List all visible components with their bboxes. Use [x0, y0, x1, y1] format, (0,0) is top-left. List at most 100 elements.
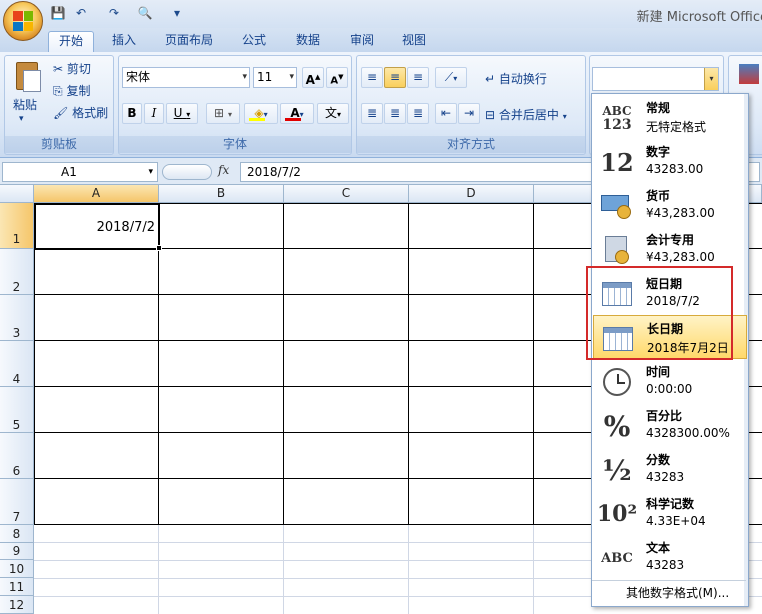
font-group-title: 字体 — [119, 136, 351, 153]
paste-icon[interactable] — [13, 60, 43, 96]
table-border — [158, 203, 159, 525]
border-icon: ⊞ — [214, 106, 225, 120]
format-sample: 43283.00 — [646, 162, 704, 176]
align-bottom-button[interactable]: ≡ — [407, 67, 429, 88]
fill-handle[interactable] — [156, 245, 162, 251]
gridline — [408, 525, 409, 614]
row-header-1[interactable]: 1 — [0, 203, 34, 249]
cell-a1[interactable]: 2018/7/2 — [34, 203, 160, 250]
align-middle-icon: ≡ — [389, 70, 401, 84]
tab-formulas[interactable]: 公式 — [232, 31, 276, 52]
insert-function-button[interactable]: fx — [218, 163, 229, 177]
format-painter-label: 格式刷 — [72, 106, 109, 120]
more-number-formats[interactable]: 其他数字格式(M)... — [626, 584, 729, 601]
align-middle-button[interactable]: ≡ — [384, 67, 406, 88]
row-header-5[interactable]: 5 — [0, 387, 34, 433]
paste-chevron-icon[interactable]: ▾ — [19, 114, 24, 124]
format-scientific[interactable]: 10² 科学记数 4.33E+04 — [593, 491, 747, 535]
alignment-group: ≡ ≡ ≡ ⟋▾ ↵ 自动换行 ≣ ≣ ≣ ⇤ ⇥ ⊟ 合并后居中 ▾ 对齐方式 — [356, 55, 586, 155]
copy-button[interactable]: ⎘ 复制 — [53, 82, 90, 99]
formula-bar-resize-handle[interactable] — [162, 164, 212, 180]
row-header-7[interactable]: 7 — [0, 479, 34, 525]
row-header-9[interactable]: 9 — [0, 543, 34, 560]
row-header-12[interactable]: 12 — [0, 596, 34, 614]
name-box[interactable]: A1 ▾ — [2, 162, 158, 182]
column-header-b[interactable]: B — [159, 185, 284, 203]
grow-font-icon: A — [305, 73, 315, 87]
clipboard-group-title: 剪贴板 — [5, 136, 113, 153]
font-name-select[interactable]: 宋体 ▾ — [122, 67, 250, 88]
paste-label[interactable]: 粘贴 — [13, 96, 37, 113]
format-percentage[interactable]: % 百分比 4328300.00% — [593, 403, 747, 447]
decrease-indent-button[interactable]: ⇤ — [435, 103, 457, 124]
conditional-format-icon[interactable] — [739, 64, 759, 84]
column-header-c[interactable]: C — [284, 185, 409, 203]
align-center-button[interactable]: ≣ — [384, 103, 406, 124]
increase-indent-button[interactable]: ⇥ — [458, 103, 480, 124]
format-general[interactable]: ABC 123 常规 无特定格式 — [593, 95, 747, 139]
row-header-4[interactable]: 4 — [0, 341, 34, 387]
office-button[interactable] — [3, 1, 43, 41]
tab-review[interactable]: 审阅 — [340, 31, 384, 52]
row-header-8[interactable]: 8 — [0, 525, 34, 543]
undo-icon[interactable]: ↶ — [72, 4, 90, 22]
format-fraction[interactable]: ½ 分数 43283 — [593, 447, 747, 491]
chevron-down-icon[interactable]: ▾ — [704, 68, 718, 90]
tab-data[interactable]: 数据 — [286, 31, 330, 52]
bold-button[interactable]: B — [122, 103, 142, 124]
border-button[interactable]: ⊞ ▾ — [206, 103, 240, 124]
format-time[interactable]: 时间 0:00:00 — [593, 359, 747, 403]
menu-divider — [592, 580, 746, 581]
format-sample: 4.33E+04 — [646, 514, 706, 528]
align-top-button[interactable]: ≡ — [361, 67, 383, 88]
wrap-text-button[interactable]: ↵ 自动换行 — [485, 70, 547, 87]
general-format-icon: ABC 123 — [602, 104, 632, 133]
row-header-10[interactable]: 10 — [0, 560, 34, 578]
italic-button[interactable]: I — [144, 103, 164, 124]
tab-home[interactable]: 开始 — [48, 31, 94, 52]
orientation-icon: ⟋ — [444, 70, 454, 84]
font-color-button[interactable]: A▾ — [280, 103, 314, 124]
format-sample: ¥43,283.00 — [646, 206, 715, 220]
format-name: 科学记数 — [646, 497, 695, 511]
row-header-3[interactable]: 3 — [0, 295, 34, 341]
format-text[interactable]: ABC 文本 43283 — [593, 535, 747, 579]
cut-button[interactable]: ✂ 剪切 — [53, 60, 91, 77]
align-left-button[interactable]: ≣ — [361, 103, 383, 124]
chevron-down-icon[interactable]: ▾ — [148, 163, 153, 181]
underline-button[interactable]: U ▾ — [166, 103, 198, 124]
fill-color-button[interactable]: ◈▾ — [244, 103, 278, 124]
format-currency[interactable]: 货币 ¥43,283.00 — [593, 183, 747, 227]
format-accounting[interactable]: 会计专用 ¥43,283.00 — [593, 227, 747, 271]
shrink-font-button[interactable]: A▼ — [326, 67, 348, 88]
chevron-down-icon: ▾ — [242, 72, 247, 82]
merge-center-button[interactable]: ⊟ 合并后居中 ▾ — [485, 106, 567, 123]
phonetic-icon: 文 — [324, 106, 337, 120]
tab-page-layout[interactable]: 页面布局 — [158, 31, 220, 52]
format-name: 货币 — [646, 189, 671, 203]
column-header-a[interactable]: A — [34, 185, 159, 203]
format-name: 文本 — [646, 541, 671, 555]
font-size-select[interactable]: 11 ▾ — [253, 67, 297, 88]
tab-view[interactable]: 视图 — [392, 31, 436, 52]
office-logo-icon — [13, 11, 33, 31]
orientation-button[interactable]: ⟋▾ — [435, 67, 467, 88]
grow-font-button[interactable]: A▲ — [302, 67, 324, 88]
number-format-select[interactable]: ▾ — [592, 67, 719, 91]
print-preview-icon[interactable]: 🔍 — [136, 4, 154, 22]
row-header-6[interactable]: 6 — [0, 433, 34, 479]
format-painter-button[interactable]: 🖌 格式刷 — [53, 104, 108, 121]
row-header-2[interactable]: 2 — [0, 249, 34, 295]
phonetic-button[interactable]: 文▾ — [317, 103, 349, 124]
highlight-box — [586, 266, 733, 360]
row-header-11[interactable]: 11 — [0, 578, 34, 596]
font-group: 宋体 ▾ 11 ▾ A▲ A▼ B I U ▾ ⊞ ▾ ◈▾ A▾ 文▾ 字体 — [118, 55, 352, 155]
select-all-corner[interactable] — [0, 185, 34, 203]
qat-customize-icon[interactable]: ▾ — [168, 4, 186, 22]
tab-insert[interactable]: 插入 — [104, 31, 144, 52]
format-number[interactable]: 12 数字 43283.00 — [593, 139, 747, 183]
save-icon[interactable]: 💾 — [49, 4, 67, 22]
column-header-d[interactable]: D — [409, 185, 534, 203]
redo-icon[interactable]: ↷ — [105, 4, 123, 22]
align-right-button[interactable]: ≣ — [407, 103, 429, 124]
